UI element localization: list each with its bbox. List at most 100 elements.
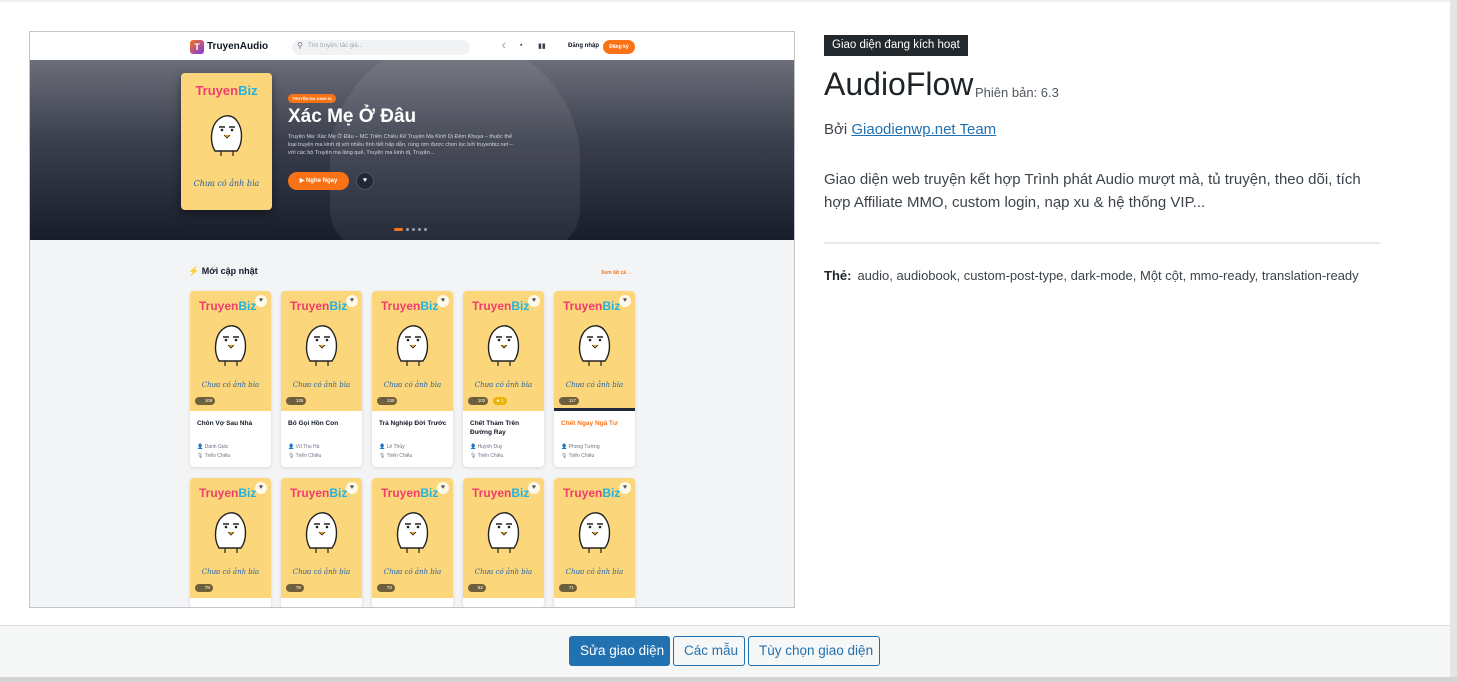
heart-icon: ♥ bbox=[346, 295, 358, 307]
hero-carousel-dots bbox=[394, 228, 430, 232]
card-cover: TruyenBiz ♥ Chưa có ảnh bìa 🎧 71 bbox=[554, 478, 635, 598]
preview-login: Đăng nhập bbox=[568, 43, 599, 49]
story-card: TruyenBiz ♥ Chưa có ảnh bìa 🎧 102 ★ 1 Chết Th… bbox=[463, 291, 544, 467]
card-cover: TruyenBiz ♥ Chưa có ảnh bìa 🎧 82 bbox=[463, 478, 544, 598]
listen-count: 🎧 71 bbox=[559, 584, 577, 592]
story-card: TruyenBiz ♥ Chưa có ảnh bìa 🎧 82 bbox=[463, 478, 544, 607]
card-brand: TruyenBiz bbox=[472, 486, 530, 500]
story-card: TruyenBiz ♥ Chưa có ảnh bìa 🎧 109 Chôn Vợ Sa… bbox=[190, 291, 271, 467]
cover-brand: TruyenBiz bbox=[195, 83, 258, 98]
card-cover-caption: Chưa có ảnh bìa bbox=[383, 381, 442, 389]
story-card: TruyenBiz ♥ Chưa có ảnh bìa 🎧 78 bbox=[190, 478, 271, 607]
hero-play-button: ▶ Nghe Ngay bbox=[288, 172, 349, 190]
card-cover-caption: Chưa có ảnh bìa bbox=[201, 568, 260, 576]
card-cover: TruyenBiz ♥ Chưa có ảnh bìa 🎧 78 bbox=[281, 478, 362, 598]
divider bbox=[824, 242, 1380, 244]
chick-mascot-icon bbox=[210, 115, 242, 156]
heart-icon: ♥ bbox=[255, 295, 267, 307]
card-narrator: 🎙 Triển Chiêu bbox=[470, 453, 504, 459]
preview-search-icon: ⚲ bbox=[297, 41, 303, 50]
listen-count: 🎧 102 bbox=[468, 397, 489, 405]
story-card: TruyenBiz ♥ Chưa có ảnh bìa 🎧 71 bbox=[554, 478, 635, 607]
listen-count: 🎧 73 bbox=[377, 584, 395, 592]
hero-title: Xác Mẹ Ở Đâu bbox=[288, 106, 417, 127]
card-title: Bố Gọi Hồn Con bbox=[288, 420, 339, 427]
card-cover-caption: Chưa có ảnh bìa bbox=[292, 568, 351, 576]
card-cover: TruyenBiz ♥ Chưa có ảnh bìa 🎧 117 bbox=[554, 291, 635, 411]
story-card: TruyenBiz ♥ Chưa có ảnh bìa 🎧 130 Trả Nghiệp… bbox=[372, 291, 453, 467]
vip-badge: ★ 1 bbox=[493, 397, 507, 405]
card-brand: TruyenBiz bbox=[563, 486, 621, 500]
bolt-icon: ⚡ bbox=[188, 266, 200, 276]
card-author: 👤 Danh Giác bbox=[197, 444, 229, 450]
listen-count: 🎧 78 bbox=[195, 584, 213, 592]
listen-count: 🎧 78 bbox=[286, 584, 304, 592]
card-cover: TruyenBiz ♥ Chưa có ảnh bìa 🎧 73 bbox=[372, 478, 453, 598]
scrollbar[interactable] bbox=[1450, 0, 1457, 682]
templates-button[interactable]: Các mẫu bbox=[673, 636, 745, 666]
card-cover-caption: Chưa có ảnh bìa bbox=[565, 568, 624, 576]
listen-count: 🎧 125 bbox=[286, 397, 307, 405]
heart-icon: ♥ bbox=[255, 482, 267, 494]
preview-register: Đăng ký bbox=[603, 40, 635, 54]
card-cover-caption: Chưa có ảnh bìa bbox=[292, 381, 351, 389]
card-brand: TruyenBiz bbox=[199, 299, 257, 313]
card-title: Chôn Vợ Sau Nhà bbox=[197, 420, 253, 427]
card-narrator: 🎙 Triển Chiêu bbox=[288, 453, 322, 459]
moon-icon: ☾ bbox=[502, 43, 509, 50]
card-cover: TruyenBiz ♥ Chưa có ảnh bìa 🎧 109 bbox=[190, 291, 271, 411]
chick-mascot-icon bbox=[214, 325, 246, 366]
card-title: Chết Ngay Ngã Tư bbox=[561, 420, 618, 427]
card-cover-caption: Chưa có ảnh bìa bbox=[201, 381, 260, 389]
chick-mascot-icon bbox=[578, 512, 610, 553]
bottom-edge bbox=[0, 677, 1457, 682]
card-narrator: 🎙 Triển Chiêu bbox=[561, 453, 595, 459]
hero-description: Truyện Ma: Xác Mẹ Ở Đâu – MC Triển Chiêu… bbox=[288, 134, 513, 156]
card-cover: TruyenBiz ♥ Chưa có ảnh bìa 🎧 125 bbox=[281, 291, 362, 411]
listen-count: 🎧 82 bbox=[468, 584, 486, 592]
card-cover-caption: Chưa có ảnh bìa bbox=[474, 381, 533, 389]
preview-search-placeholder: Tìm truyện, tác giả... bbox=[308, 43, 363, 49]
story-card: TruyenBiz ♥ Chưa có ảnh bìa 🎧 73 bbox=[372, 478, 453, 607]
chick-mascot-icon bbox=[214, 512, 246, 553]
card-cover: TruyenBiz ♥ Chưa có ảnh bìa 🎧 130 bbox=[372, 291, 453, 411]
cover-caption: Chưa có ảnh bìa bbox=[193, 179, 260, 188]
theme-name: AudioFlow bbox=[824, 66, 974, 102]
hero-cover: TruyenBiz Chưa có ảnh bìa bbox=[181, 73, 272, 210]
card-cover: TruyenBiz ♥ Chưa có ảnh bìa 🎧 102 ★ 1 bbox=[463, 291, 544, 411]
listen-count: 🎧 130 bbox=[377, 397, 398, 405]
card-author: 👤 Phong Tường bbox=[561, 444, 600, 450]
card-cover-caption: Chưa có ảnh bìa bbox=[565, 381, 624, 389]
theme-version: Phiên bản: 6.3 bbox=[975, 85, 1059, 100]
card-author: 👤 Huỳnh Duy bbox=[470, 444, 503, 450]
card-narrator: 🎙 Triển Chiêu bbox=[197, 453, 231, 459]
heart-icon: ♥ bbox=[619, 482, 631, 494]
story-card: TruyenBiz ♥ Chưa có ảnh bìa 🎧 125 Bố Gọi Hồn… bbox=[281, 291, 362, 467]
heart-icon: ♥ bbox=[619, 295, 631, 307]
card-brand: TruyenBiz bbox=[381, 486, 439, 500]
customize-button[interactable]: Sửa giao diện bbox=[569, 636, 670, 666]
chick-mascot-icon bbox=[305, 512, 337, 553]
preview-logo-icon: T bbox=[190, 40, 204, 54]
preview-brand: TruyenAudio bbox=[207, 41, 269, 52]
card-brand: TruyenBiz bbox=[199, 486, 257, 500]
library-icon: ▪ bbox=[520, 42, 523, 49]
preview-hero: TruyenBiz Chưa có ảnh bìa TRUYỆN MA KINH… bbox=[30, 60, 794, 240]
chick-mascot-icon bbox=[396, 512, 428, 553]
chick-mascot-icon bbox=[305, 325, 337, 366]
chick-mascot-icon bbox=[487, 325, 519, 366]
theme-tags: Thẻ: audio, audiobook, custom-post-type, … bbox=[824, 268, 1359, 283]
theme-options-button[interactable]: Tùy chọn giao diện bbox=[748, 636, 880, 666]
card-author: 👤 Lê Thủy bbox=[379, 444, 405, 450]
active-theme-badge: Giao diện đang kích hoạt bbox=[824, 35, 968, 56]
preview-section-title: ⚡ Mới cập nhật bbox=[188, 266, 258, 276]
listen-count: 🎧 109 bbox=[195, 397, 216, 405]
card-brand: TruyenBiz bbox=[472, 299, 530, 313]
hero-heart-icon: ♥ bbox=[356, 172, 374, 190]
theme-description: Giao diện web truyện kết hợp Trình phát … bbox=[824, 171, 1361, 211]
chick-mascot-icon bbox=[487, 512, 519, 553]
story-card: TruyenBiz ♥ Chưa có ảnh bìa 🎧 78 bbox=[281, 478, 362, 607]
card-title: Trả Nghiệp Đời Trước bbox=[379, 420, 447, 427]
card-narrator: 🎙 Triển Chiêu bbox=[379, 453, 413, 459]
theme-author-link[interactable]: Giaodienwp.net Team bbox=[851, 121, 996, 138]
